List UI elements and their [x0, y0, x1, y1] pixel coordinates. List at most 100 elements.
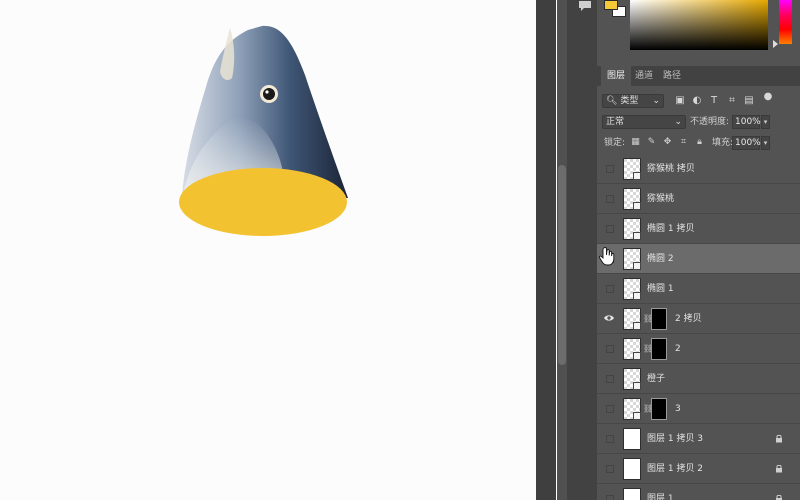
- opacity-dropdown-icon[interactable]: ▾: [761, 115, 770, 129]
- visibility-toggle[interactable]: [606, 165, 614, 173]
- layer-name[interactable]: 图层 1 拷贝 3: [647, 424, 703, 454]
- adjustment-filter-icon[interactable]: ◐: [691, 94, 703, 108]
- visibility-toggle[interactable]: [606, 345, 614, 353]
- layer-row[interactable]: 猕猴桃: [597, 184, 800, 214]
- hue-slider[interactable]: [779, 0, 792, 44]
- visibility-toggle[interactable]: [606, 225, 614, 233]
- layer-row[interactable]: 橙子: [597, 364, 800, 394]
- layer-row[interactable]: ⛓ 2: [597, 334, 800, 364]
- lock-label: 锁定:: [604, 138, 626, 148]
- layer-thumbnail[interactable]: [623, 458, 641, 480]
- visibility-toggle[interactable]: [606, 375, 614, 383]
- tab-paths[interactable]: 路径: [657, 66, 687, 86]
- visibility-toggle[interactable]: [606, 495, 614, 500]
- visibility-toggle[interactable]: [606, 435, 614, 443]
- layer-row[interactable]: 椭圆 1: [597, 274, 800, 304]
- layer-row[interactable]: 椭圆 1 拷贝: [597, 214, 800, 244]
- opacity-input[interactable]: 100%: [732, 115, 761, 129]
- layer-thumbnail[interactable]: [623, 218, 641, 240]
- layer-filter-select[interactable]: 🔍︎ 类型 ⌄: [602, 94, 664, 108]
- lock-icon: [776, 464, 782, 473]
- color-picker-field[interactable]: [630, 0, 768, 50]
- smart-object-icon: [633, 382, 641, 390]
- image-filter-icon[interactable]: ▣: [674, 94, 686, 108]
- lock-image-icon[interactable]: ✎: [646, 136, 657, 149]
- visibility-toggle[interactable]: [606, 465, 614, 473]
- layer-mask-thumbnail[interactable]: [651, 308, 667, 330]
- visibility-eye-icon[interactable]: [603, 312, 615, 324]
- layer-mask-thumbnail[interactable]: [651, 338, 667, 360]
- layer-thumbnail[interactable]: [623, 398, 641, 420]
- layer-mask-thumbnail[interactable]: [651, 398, 667, 420]
- smart-object-icon: [633, 202, 641, 210]
- chevron-down-icon: ⌄: [674, 117, 682, 127]
- layer-row[interactable]: ⛓ 2 拷贝: [597, 304, 800, 334]
- layer-thumbnail[interactable]: [623, 338, 641, 360]
- visibility-toggle[interactable]: [606, 285, 614, 293]
- layer-thumbnail[interactable]: [623, 278, 641, 300]
- layer-thumbnail[interactable]: [623, 248, 641, 270]
- smart-object-filter-icon[interactable]: ▤: [743, 94, 755, 108]
- layer-thumbnail[interactable]: [623, 308, 641, 330]
- filter-toggle-icon[interactable]: ●: [762, 90, 774, 104]
- lock-icon: [776, 434, 782, 443]
- filter-kind-label: 类型: [620, 96, 639, 106]
- lock-artboard-icon[interactable]: ⌗: [678, 136, 689, 149]
- fill-dropdown-icon[interactable]: ▾: [761, 136, 770, 150]
- layer-name[interactable]: 2: [675, 334, 681, 364]
- tab-layers[interactable]: 图层: [601, 66, 632, 86]
- fill-input[interactable]: 100%: [732, 136, 761, 150]
- smart-object-icon: [633, 232, 641, 240]
- scrollbar-thumb[interactable]: [558, 165, 566, 365]
- layer-row[interactable]: 椭圆 2: [597, 244, 800, 274]
- layer-row[interactable]: 猕猴桃 拷贝: [597, 154, 800, 184]
- layer-name[interactable]: 猕猴桃: [647, 184, 674, 214]
- visibility-toggle[interactable]: [606, 195, 614, 203]
- layer-row[interactable]: ⛓ 3: [597, 394, 800, 424]
- blend-mode-value: 正常: [606, 117, 625, 127]
- layer-name[interactable]: 橙子: [647, 364, 665, 394]
- type-filter-icon[interactable]: T: [708, 94, 720, 108]
- panel-gutter: [536, 0, 556, 500]
- layer-name[interactable]: 椭圆 1 拷贝: [647, 214, 694, 244]
- layer-name[interactable]: 3: [675, 394, 681, 424]
- hue-slider-handle[interactable]: [773, 40, 778, 48]
- opacity-label: 不透明度:: [690, 117, 730, 127]
- smart-object-icon: [633, 292, 641, 300]
- comments-icon[interactable]: [578, 0, 592, 12]
- smart-object-icon: [633, 262, 641, 270]
- layer-name[interactable]: 猕猴桃 拷贝: [647, 154, 695, 184]
- lock-all-icon[interactable]: 🔒︎: [694, 136, 705, 149]
- hand-cursor-icon: [598, 247, 615, 266]
- foreground-color-swatch[interactable]: [604, 0, 618, 10]
- layer-name[interactable]: 椭圆 1: [647, 274, 674, 304]
- smart-object-icon: [633, 322, 641, 330]
- blend-mode-select[interactable]: 正常 ⌄: [602, 115, 686, 129]
- layer-thumbnail[interactable]: [623, 188, 641, 210]
- layer-thumbnail[interactable]: [623, 488, 641, 500]
- layer-thumbnail[interactable]: [623, 368, 641, 390]
- lock-position-icon[interactable]: ✥: [662, 136, 673, 149]
- layer-thumbnail[interactable]: [623, 428, 641, 450]
- lock-icon: [776, 494, 782, 500]
- layer-row[interactable]: 图层 1: [597, 484, 800, 500]
- layer-name[interactable]: 图层 1 拷贝 2: [647, 454, 703, 484]
- layer-name[interactable]: 图层 1: [647, 484, 674, 500]
- document-canvas[interactable]: [0, 0, 536, 500]
- tab-channels[interactable]: 通道: [629, 66, 659, 86]
- shape-filter-icon[interactable]: ⌗: [726, 94, 738, 108]
- layer-name[interactable]: 椭圆 2: [647, 244, 674, 274]
- layer-row[interactable]: 图层 1 拷贝 3: [597, 424, 800, 454]
- visibility-toggle[interactable]: [606, 405, 614, 413]
- layers-list: 猕猴桃 拷贝 猕猴桃 椭圆 1 拷贝 椭圆 2 椭圆 1 ⛓ 2 拷贝 ⛓ 2 橙子 ⛓ 3 图层 1 …: [597, 154, 800, 500]
- layer-name[interactable]: 2 拷贝: [675, 304, 702, 334]
- layer-row[interactable]: 图层 1 拷贝 2: [597, 454, 800, 484]
- layer-thumbnail[interactable]: [623, 158, 641, 180]
- search-icon: 🔍︎: [606, 96, 618, 106]
- canvas-scrollbar[interactable]: [557, 0, 567, 500]
- lock-transparent-icon[interactable]: ▦: [630, 136, 641, 149]
- chevron-down-icon: ⌄: [652, 96, 660, 106]
- smart-object-icon: [633, 412, 641, 420]
- fill-label: 填充:: [712, 138, 734, 148]
- panel-dock-strip: [567, 0, 597, 500]
